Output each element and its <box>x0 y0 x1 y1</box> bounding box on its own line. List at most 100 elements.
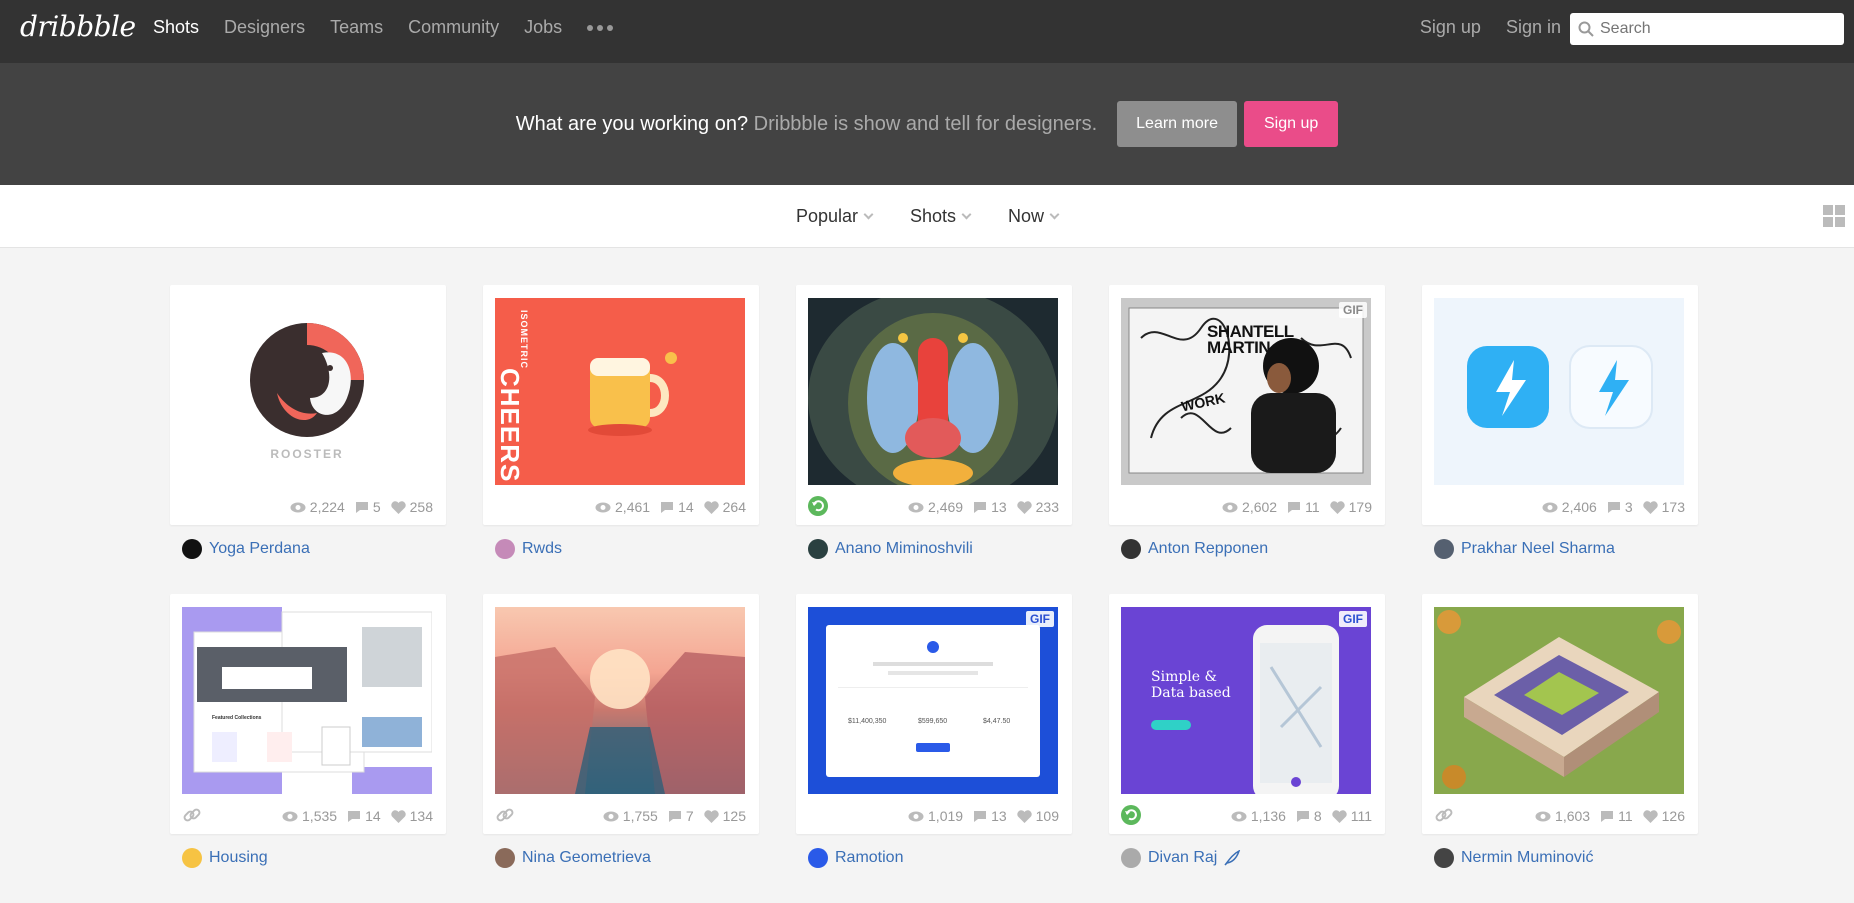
shot-card[interactable]: 2,406 3 173 <box>1422 285 1698 525</box>
comments-stat[interactable]: 3 <box>1607 499 1633 515</box>
shot-author[interactable]: Anano Miminoshvili <box>796 539 1072 559</box>
sort-filter-label: Popular <box>795 205 858 226</box>
shot-item: 1,603 11 126 Nermin Muminović <box>1422 594 1698 903</box>
shot-thumbnail[interactable] <box>1434 298 1684 485</box>
nav-shots[interactable]: Shots <box>153 17 199 38</box>
shot-stats: 2,461 14 264 <box>585 499 746 515</box>
likes-stat[interactable]: 258 <box>390 499 433 515</box>
views-stat: 2,406 <box>1542 499 1597 515</box>
shot-card[interactable]: Featured Collections 1,535 14 134 <box>170 594 446 834</box>
shot-card[interactable]: SHANTELL MARTIN WORK GIF 2,602 11 179 <box>1109 285 1385 525</box>
shot-author[interactable]: Ramotion <box>796 848 1072 868</box>
comments-stat[interactable]: 13 <box>973 499 1007 515</box>
chevron-down-icon <box>1049 209 1060 219</box>
likes-stat[interactable]: 233 <box>1016 499 1059 515</box>
comments-stat[interactable]: 11 <box>1600 808 1633 824</box>
shot-item: 2,406 3 173 Prakhar Neel Sharma <box>1422 285 1698 594</box>
link-icon[interactable] <box>182 805 202 825</box>
likes-stat[interactable]: 109 <box>1016 808 1059 824</box>
nav-teams[interactable]: Teams <box>330 17 383 38</box>
rebound-icon[interactable] <box>808 496 828 516</box>
comment-icon <box>355 501 368 513</box>
shot-thumbnail[interactable]: SHANTELL MARTIN WORK GIF <box>1121 298 1371 485</box>
shot-thumbnail[interactable]: CHEERS ISOMETRIC <box>495 298 745 485</box>
heart-icon <box>390 809 406 823</box>
search-box[interactable] <box>1570 13 1844 45</box>
link-icon[interactable] <box>1434 805 1454 825</box>
comments-stat[interactable]: 8 <box>1296 808 1322 824</box>
heart-icon <box>703 809 719 823</box>
likes-stat[interactable]: 111 <box>1332 808 1372 824</box>
sign-in-link[interactable]: Sign in <box>1506 17 1561 38</box>
shots-grid: ROOSTER 2,224 5 258 Yoga Perdana CHEERS … <box>170 285 1698 903</box>
comments-stat[interactable]: 13 <box>973 808 1007 824</box>
search-input[interactable] <box>1600 20 1830 38</box>
likes-count: 264 <box>722 499 746 515</box>
nav-jobs[interactable]: Jobs <box>524 17 562 38</box>
chevron-down-icon <box>961 209 972 219</box>
shot-thumbnail[interactable] <box>808 298 1058 485</box>
shot-stats: 2,469 13 233 <box>898 499 1059 515</box>
shot-author[interactable]: Divan Raj <box>1109 848 1385 868</box>
shot-card[interactable]: $11,400,350 $599,650 $4,47.50 GIF 1,019 … <box>796 594 1072 834</box>
nav-community[interactable]: Community <box>408 17 499 38</box>
shot-thumbnail[interactable]: Simple & Data based GIF <box>1121 607 1371 794</box>
comments-stat[interactable]: 5 <box>355 499 381 515</box>
grid-view-icon[interactable] <box>1823 205 1845 227</box>
timeframe-filter[interactable]: Now <box>1008 206 1060 227</box>
shot-thumb-text: ROOSTER <box>270 447 344 461</box>
sign-up-link[interactable]: Sign up <box>1420 17 1481 38</box>
shot-author[interactable]: Yoga Perdana <box>170 539 446 559</box>
author-name: Anano Miminoshvili <box>835 540 973 557</box>
author-name: Nina Geometrieva <box>522 849 651 866</box>
rebound-icon[interactable] <box>1121 805 1141 825</box>
likes-stat[interactable]: 126 <box>1642 808 1685 824</box>
filter-bar: Popular Shots Now <box>0 185 1854 248</box>
shot-card[interactable]: Simple & Data based GIF 1,136 8 111 <box>1109 594 1385 834</box>
avatar <box>182 848 202 868</box>
likes-stat[interactable]: 173 <box>1642 499 1685 515</box>
dribbble-logo[interactable]: dribbble <box>20 10 136 43</box>
shot-thumbnail[interactable] <box>1434 607 1684 794</box>
likes-stat[interactable]: 134 <box>390 808 433 824</box>
shot-author[interactable]: Nina Geometrieva <box>483 848 759 868</box>
likes-stat[interactable]: 125 <box>703 808 746 824</box>
shot-stats: 1,136 8 111 <box>1221 808 1372 824</box>
views-count: 2,224 <box>309 499 345 515</box>
heart-icon <box>1642 809 1658 823</box>
views-count: 1,603 <box>1555 808 1591 824</box>
comments-stat[interactable]: 7 <box>668 808 694 824</box>
shot-card[interactable]: 2,469 13 233 <box>796 285 1072 525</box>
banner-sign-up-button[interactable]: Sign up <box>1243 101 1339 147</box>
comments-stat[interactable]: 11 <box>1287 499 1320 515</box>
shot-author[interactable]: Anton Repponen <box>1109 539 1385 559</box>
shot-card[interactable]: 1,755 7 125 <box>483 594 759 834</box>
comments-stat[interactable]: 14 <box>660 499 694 515</box>
learn-more-button[interactable]: Learn more <box>1117 101 1237 147</box>
views-stat: 1,136 <box>1231 808 1286 824</box>
shot-author[interactable]: Nermin Muminović <box>1422 848 1698 868</box>
nav-designers[interactable]: Designers <box>224 17 305 38</box>
shot-thumbnail[interactable] <box>495 607 745 794</box>
shot-card[interactable]: CHEERS ISOMETRIC 2,461 14 264 <box>483 285 759 525</box>
shot-thumbnail[interactable]: $11,400,350 $599,650 $4,47.50 GIF <box>808 607 1058 794</box>
shot-author[interactable]: Rwds <box>483 539 759 559</box>
heart-icon <box>1642 500 1658 514</box>
search-icon <box>1578 21 1594 37</box>
sort-filter[interactable]: Popular <box>795 205 874 227</box>
likes-stat[interactable]: 179 <box>1329 499 1372 515</box>
shot-card[interactable]: 1,603 11 126 <box>1422 594 1698 834</box>
link-icon[interactable] <box>495 805 515 825</box>
shot-thumbnail[interactable]: Featured Collections <box>182 607 432 794</box>
shot-author[interactable]: Prakhar Neel Sharma <box>1422 539 1698 559</box>
shot-author[interactable]: Housing <box>170 848 446 868</box>
likes-stat[interactable]: 264 <box>703 499 746 515</box>
list-filter[interactable]: Shots <box>910 206 972 227</box>
more-menu-icon[interactable] <box>587 24 614 31</box>
comments-stat[interactable]: 14 <box>347 808 381 824</box>
feather-icon <box>1224 850 1241 866</box>
shot-stats: 1,535 14 134 <box>272 808 433 824</box>
shot-thumbnail[interactable]: ROOSTER <box>182 298 432 485</box>
shot-card[interactable]: ROOSTER 2,224 5 258 <box>170 285 446 525</box>
views-count: 2,469 <box>928 499 964 515</box>
